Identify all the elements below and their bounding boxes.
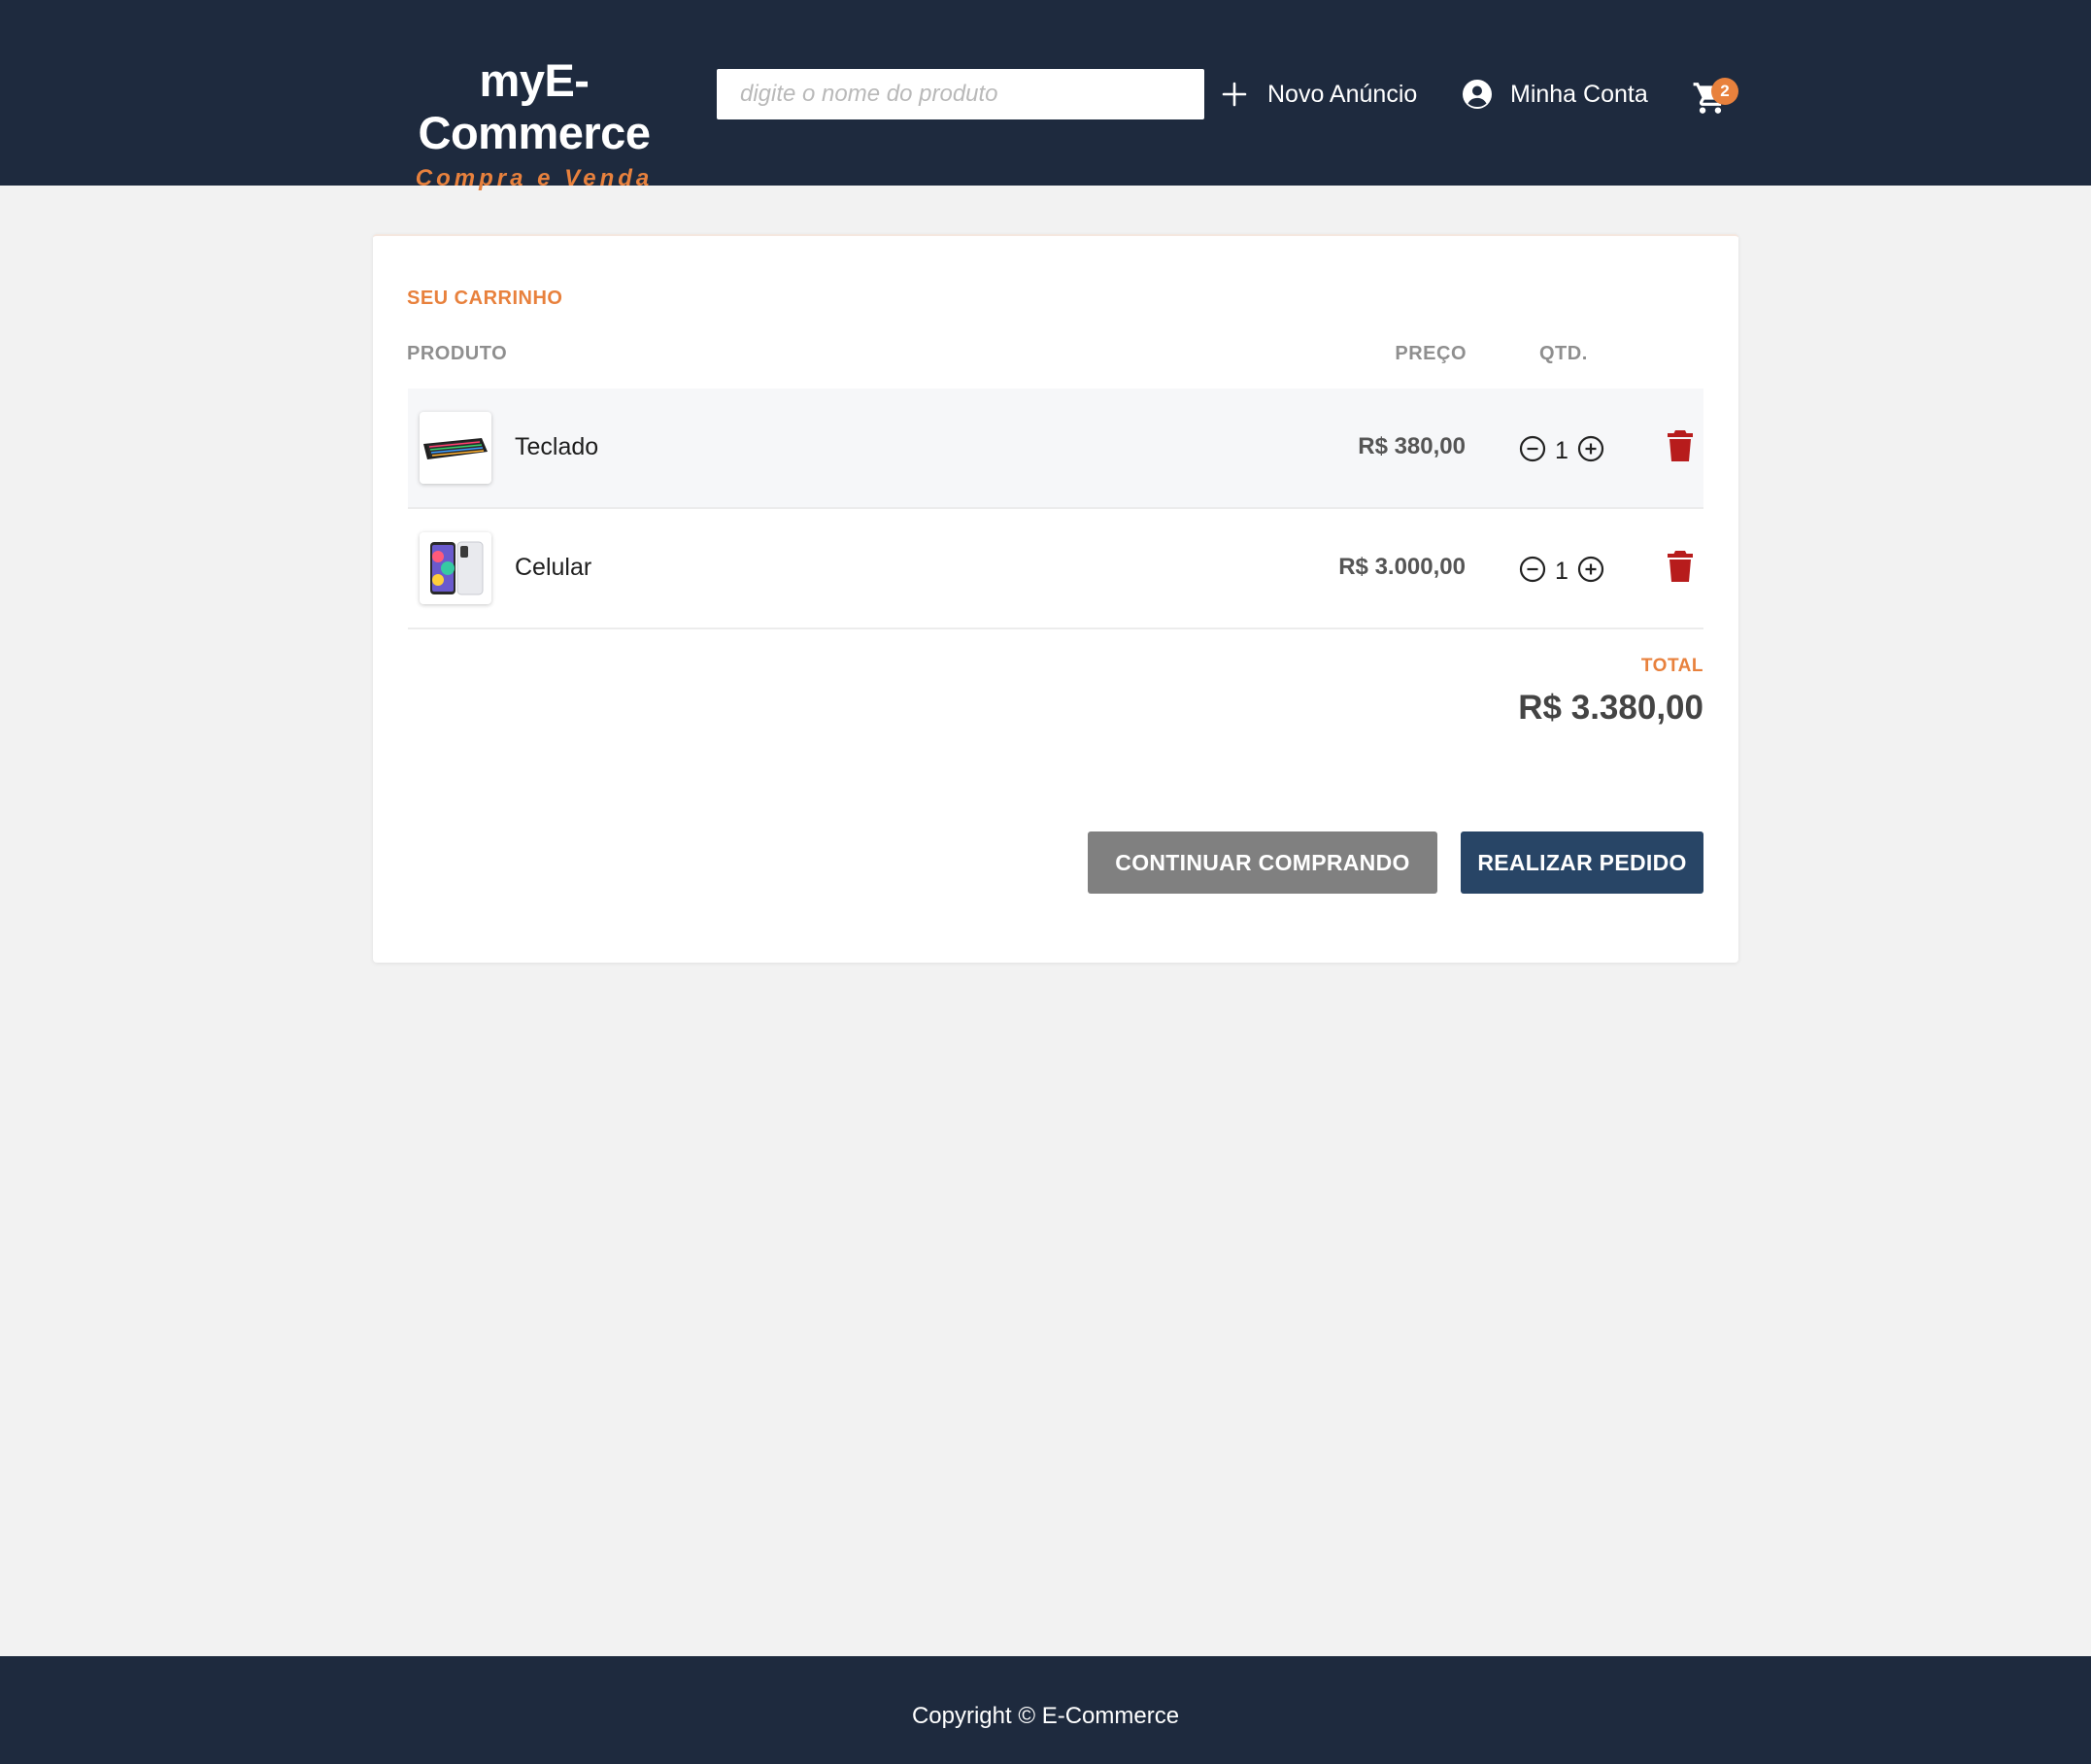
brand-subtitle: Compra e Venda	[415, 165, 654, 191]
brand-logo[interactable]: myE-Commerce Compra e Venda	[369, 54, 699, 192]
minus-circle-icon	[1519, 556, 1546, 583]
trash-icon	[1668, 430, 1693, 461]
account-label: Minha Conta	[1510, 80, 1648, 108]
total-label: TOTAL	[1640, 656, 1703, 676]
plus-circle-icon	[1577, 556, 1604, 583]
continue-shopping-button[interactable]: CONTINUAR COMPRANDO	[1088, 831, 1437, 894]
column-header-product: PRODUTO	[407, 343, 508, 364]
trash-icon	[1668, 551, 1693, 582]
decrease-quantity-button[interactable]	[1519, 435, 1546, 462]
account-circle-icon	[1462, 79, 1493, 110]
copyright-text: Copyright © E-Commerce	[911, 1702, 1180, 1729]
cart-title: SEU CARRINHO	[407, 288, 563, 309]
product-name[interactable]: Teclado	[515, 433, 598, 461]
place-order-button[interactable]: REALIZAR PEDIDO	[1461, 831, 1703, 894]
cart-item-row: Celular R$ 3.000,00 1	[408, 509, 1703, 629]
product-price: R$ 380,00	[1358, 433, 1466, 459]
phone-thumbnail[interactable]	[420, 532, 491, 604]
account-link[interactable]: Minha Conta	[1462, 74, 1648, 115]
minus-circle-icon	[1519, 435, 1546, 462]
brand-title: myE-Commerce	[418, 54, 651, 158]
remove-item-button[interactable]	[1667, 549, 1694, 584]
cart-count-badge: 2	[1711, 78, 1738, 105]
increase-quantity-button[interactable]	[1577, 435, 1604, 462]
search-input[interactable]	[717, 69, 1204, 119]
plus-icon	[1219, 79, 1250, 110]
footer: Copyright © E-Commerce	[0, 1656, 2091, 1764]
column-header-price: PREÇO	[1395, 343, 1467, 364]
column-header-qty: QTD.	[1539, 343, 1588, 364]
quantity-stepper: 1	[1519, 550, 1604, 589]
product-name[interactable]: Celular	[515, 554, 591, 582]
product-price: R$ 3.000,00	[1338, 554, 1466, 580]
new-listing-link[interactable]: Novo Anúncio	[1219, 74, 1417, 115]
increase-quantity-button[interactable]	[1577, 556, 1604, 583]
remove-item-button[interactable]	[1667, 428, 1694, 463]
top-navbar: myE-Commerce Compra e Venda Novo Anúncio…	[0, 0, 2091, 191]
plus-circle-icon	[1577, 435, 1604, 462]
keyboard-thumbnail[interactable]	[420, 412, 491, 484]
decrease-quantity-button[interactable]	[1519, 556, 1546, 583]
cart-panel: SEU CARRINHO PRODUTO PREÇO QTD. Teclado …	[373, 234, 1738, 963]
cart-item-row: Teclado R$ 380,00 1	[408, 389, 1703, 509]
quantity-stepper: 1	[1519, 429, 1604, 468]
new-listing-label: Novo Anúncio	[1267, 80, 1418, 108]
total-value: R$ 3.380,00	[1518, 689, 1703, 727]
quantity-value: 1	[1555, 436, 1568, 464]
quantity-value: 1	[1555, 557, 1568, 585]
